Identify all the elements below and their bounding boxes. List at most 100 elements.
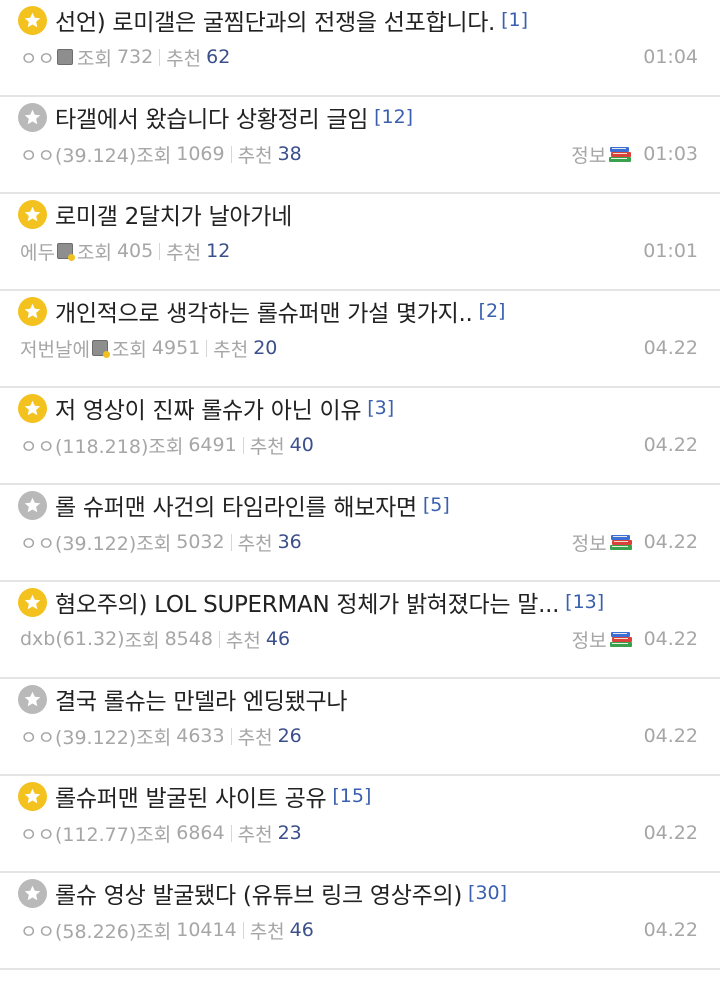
recommend-label: 추천 <box>237 144 273 167</box>
views-label: 조회 <box>136 144 172 167</box>
post-title-line[interactable]: 롤슈퍼맨 발굴된 사이트 공유 [15] <box>18 780 700 812</box>
reply-count[interactable]: [12] <box>374 106 413 128</box>
post-title[interactable]: 롤 슈퍼맨 사건의 타임라인를 해보자면 <box>55 489 417 521</box>
post-meta: ㅇㅇ(39.122) 조회 5032 추천 36 정보 04.22 <box>20 527 698 557</box>
post-list: 선언) 로미갤은 굴찜단과의 전쟁을 선포합니다. [1] ㅇㅇ 조회 732 … <box>0 0 720 970</box>
post-author[interactable]: dxb(61.32) <box>20 628 125 650</box>
recommend-label: 추천 <box>225 629 261 652</box>
post-date: 04.22 <box>643 822 698 844</box>
nickname-badge-icon <box>91 340 110 358</box>
post-title[interactable]: 로미갤 2달치가 날아가네 <box>55 198 292 230</box>
category-label: 정보 <box>571 144 607 167</box>
post-title[interactable]: 선언) 로미갤은 굴찜단과의 전쟁을 선포합니다. <box>55 4 495 36</box>
reply-count[interactable]: [15] <box>332 785 371 807</box>
views-label: 조회 <box>76 241 112 264</box>
recommend-label: 추천 <box>249 920 285 943</box>
post-author[interactable]: ㅇㅇ(39.122) <box>20 723 136 750</box>
post-title[interactable]: 혐오주의) LOL SUPERMAN 정체가 밝혀졌다는 말... <box>55 586 559 618</box>
meta-divider <box>230 145 232 163</box>
post-row[interactable]: 선언) 로미갤은 굴찜단과의 전쟁을 선포합니다. [1] ㅇㅇ 조회 732 … <box>0 0 720 97</box>
recommend-label: 추천 <box>213 338 249 361</box>
books-icon <box>609 632 632 647</box>
post-row[interactable]: 개인적으로 생각하는 롤슈퍼맨 가설 몇가지.. [2] 저번날에 조회 495… <box>0 291 720 388</box>
recommend-label: 추천 <box>249 435 285 458</box>
post-meta: ㅇㅇ(39.122) 조회 4633 추천 26 04.22 <box>20 721 698 751</box>
post-meta: ㅇㅇ(58.226) 조회 10414 추천 46 04.22 <box>20 915 698 945</box>
post-author[interactable]: ㅇㅇ(58.226) <box>20 917 136 944</box>
post-author[interactable]: ㅇㅇ(39.122) <box>20 529 136 556</box>
post-row[interactable]: 롤 슈퍼맨 사건의 타임라인를 해보자면 [5] ㅇㅇ(39.122) 조회 5… <box>0 485 720 582</box>
post-title[interactable]: 저 영상이 진짜 롤슈가 아닌 이유 <box>55 392 361 424</box>
post-author[interactable]: ㅇㅇ(39.124) <box>20 141 136 168</box>
post-row[interactable]: 롤슈퍼맨 발굴된 사이트 공유 [15] ㅇㅇ(112.77) 조회 6864 … <box>0 776 720 873</box>
post-title[interactable]: 개인적으로 생각하는 롤슈퍼맨 가설 몇가지.. <box>55 295 473 327</box>
post-date: 01:04 <box>643 46 698 68</box>
meta-divider <box>159 48 161 66</box>
post-title-line[interactable]: 결국 롤슈는 만델라 엔딩됐구나 <box>18 683 700 715</box>
post-row[interactable]: 롤슈 영상 발굴됐다 (유튜브 링크 영상주의) [30] ㅇㅇ(58.226)… <box>0 873 720 970</box>
views-label: 조회 <box>148 435 184 458</box>
post-author[interactable]: ㅇㅇ(118.218) <box>20 432 148 459</box>
post-title[interactable]: 결국 롤슈는 만델라 엔딩됐구나 <box>55 683 347 715</box>
reply-count[interactable]: [1] <box>501 9 528 31</box>
post-meta: ㅇㅇ(118.218) 조회 6491 추천 40 04.22 <box>20 430 698 460</box>
post-title-line[interactable]: 혐오주의) LOL SUPERMAN 정체가 밝혀졌다는 말... [13] <box>18 586 700 618</box>
recommend-count: 26 <box>277 725 302 747</box>
post-date: 04.22 <box>643 919 698 941</box>
post-title[interactable]: 타갤에서 왔습니다 상황정리 글임 <box>55 101 368 133</box>
recommend-label: 추천 <box>237 726 273 749</box>
post-title-line[interactable]: 타갤에서 왔습니다 상황정리 글임 [12] <box>18 101 700 133</box>
views-count: 4633 <box>176 725 225 747</box>
post-title-line[interactable]: 개인적으로 생각하는 롤슈퍼맨 가설 몇가지.. [2] <box>18 295 700 327</box>
category-label: 정보 <box>571 532 607 555</box>
post-title[interactable]: 롤슈퍼맨 발굴된 사이트 공유 <box>55 780 326 812</box>
post-author[interactable]: ㅇㅇ(112.77) <box>20 820 136 847</box>
views-count: 405 <box>116 240 154 262</box>
post-author[interactable]: ㅇㅇ <box>20 44 55 71</box>
recommend-count: 23 <box>277 822 302 844</box>
post-row[interactable]: 결국 롤슈는 만델라 엔딩됐구나 ㅇㅇ(39.122) 조회 4633 추천 2… <box>0 679 720 776</box>
category-tag: 정보 <box>572 626 634 653</box>
post-title[interactable]: 롤슈 영상 발굴됐다 (유튜브 링크 영상주의) <box>55 877 462 909</box>
post-title-line[interactable]: 롤슈 영상 발굴됐다 (유튜브 링크 영상주의) [30] <box>18 877 700 909</box>
post-date: 04.22 <box>643 725 698 747</box>
reply-count[interactable]: [13] <box>565 591 604 613</box>
recommend-count: 40 <box>289 434 314 456</box>
post-row[interactable]: 타갤에서 왔습니다 상황정리 글임 [12] ㅇㅇ(39.124) 조회 106… <box>0 97 720 194</box>
post-row[interactable]: 로미갤 2달치가 날아가네 에두 조회 405 추천 12 01:01 <box>0 194 720 291</box>
recommend-count: 46 <box>289 919 314 941</box>
recommend-count: 62 <box>206 46 231 68</box>
post-date: 01:03 <box>643 143 698 165</box>
reply-count[interactable]: [2] <box>479 300 506 322</box>
reply-count[interactable]: [5] <box>423 494 450 516</box>
meta-divider <box>206 339 208 357</box>
post-date: 04.22 <box>643 434 698 456</box>
views-label: 조회 <box>76 47 112 70</box>
recommend-count: 12 <box>206 240 231 262</box>
post-date: 01:01 <box>643 240 698 262</box>
star-icon <box>18 296 47 326</box>
post-meta: dxb(61.32) 조회 8548 추천 46 정보 04.22 <box>20 624 698 654</box>
post-meta: ㅇㅇ(39.124) 조회 1069 추천 38 정보 01:03 <box>20 139 698 169</box>
star-icon <box>18 490 47 520</box>
post-row[interactable]: 혐오주의) LOL SUPERMAN 정체가 밝혀졌다는 말... [13] d… <box>0 582 720 679</box>
post-date: 04.22 <box>643 628 698 650</box>
views-count: 732 <box>116 46 154 68</box>
post-title-line[interactable]: 로미갤 2달치가 날아가네 <box>18 198 700 230</box>
books-icon <box>609 147 632 162</box>
post-title-line[interactable]: 선언) 로미갤은 굴찜단과의 전쟁을 선포합니다. [1] <box>18 4 700 36</box>
views-label: 조회 <box>124 629 160 652</box>
post-author[interactable]: 에두 <box>20 238 55 265</box>
post-author[interactable]: 저번날에 <box>20 335 90 362</box>
recommend-label: 추천 <box>166 47 202 70</box>
views-count: 8548 <box>164 628 213 650</box>
meta-divider <box>242 436 244 454</box>
views-label: 조회 <box>136 532 172 555</box>
post-title-line[interactable]: 롤 슈퍼맨 사건의 타임라인를 해보자면 [5] <box>18 489 700 521</box>
reply-count[interactable]: [30] <box>468 882 507 904</box>
meta-divider <box>230 824 232 842</box>
reply-count[interactable]: [3] <box>367 397 394 419</box>
post-row[interactable]: 저 영상이 진짜 롤슈가 아닌 이유 [3] ㅇㅇ(118.218) 조회 64… <box>0 388 720 485</box>
views-label: 조회 <box>136 920 172 943</box>
post-title-line[interactable]: 저 영상이 진짜 롤슈가 아닌 이유 [3] <box>18 392 700 424</box>
